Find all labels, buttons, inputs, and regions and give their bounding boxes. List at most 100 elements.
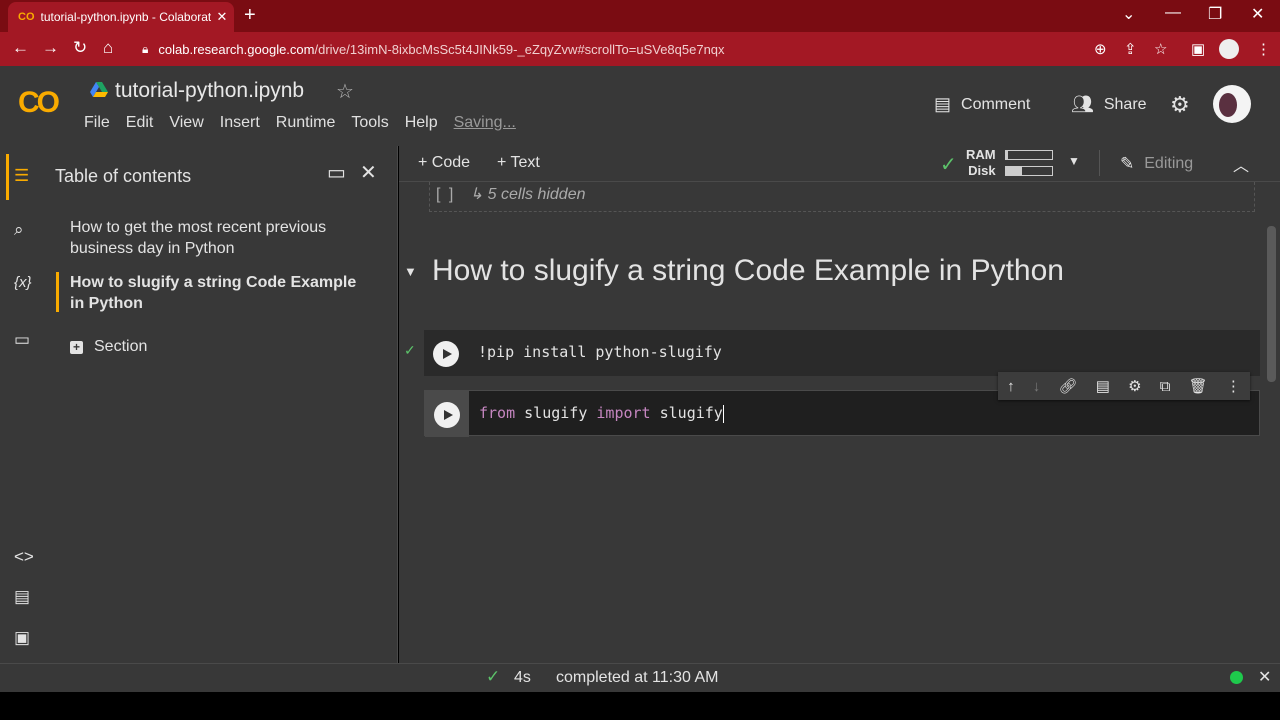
people-icon: 👥︎	[1071, 94, 1094, 114]
open-in-tab-icon[interactable]: ▭	[327, 160, 346, 185]
disk-meter	[1005, 166, 1053, 176]
delete-icon[interactable]: 🗑︎	[1189, 377, 1208, 395]
cell-code[interactable]: !pip install python-slugify	[478, 343, 722, 361]
browser-profile-avatar[interactable]	[1219, 39, 1239, 59]
url-path: /drive/13imN-8ixbcMsSc5t4JINk59-_eZqyZvw…	[314, 41, 725, 57]
cell-toolbar: ↑ ↓ 🔗︎ ▤ ⚙ ⧉ 🗑︎ ⋮	[998, 372, 1250, 400]
url-field[interactable]: 🔒︎ colab.research.google.com /drive/13im…	[136, 36, 1174, 62]
reload-icon[interactable]: ↻	[73, 38, 87, 58]
zoom-icon[interactable]: ⊕	[1094, 40, 1107, 58]
variables-icon[interactable]: {x}	[14, 274, 32, 291]
code-snippets-icon[interactable]: <>	[14, 547, 34, 567]
terminal-icon[interactable]: ▣	[14, 628, 30, 648]
more-options-icon[interactable]: ⋮	[1226, 377, 1241, 395]
cell-code[interactable]: from slugify import slugify	[479, 404, 724, 423]
add-section-button[interactable]: + Section	[70, 338, 147, 356]
share-page-icon[interactable]: ⇪	[1124, 40, 1137, 58]
pencil-icon: ✎	[1120, 154, 1135, 173]
minimize-icon[interactable]: —	[1165, 4, 1181, 22]
ram-meter	[1005, 150, 1053, 160]
browser-menu-icon[interactable]: ⋮	[1256, 40, 1271, 58]
cell-settings-icon[interactable]: ⚙	[1128, 377, 1141, 395]
search-icon[interactable]: ⌕	[14, 220, 24, 240]
toc-title: Table of contents	[55, 166, 192, 186]
plus-icon: +	[70, 340, 83, 354]
share-button[interactable]: 👥︎ Share	[1071, 94, 1147, 115]
files-folder-icon[interactable]: ▭	[14, 330, 30, 350]
add-text-button[interactable]: + Text	[497, 154, 540, 172]
run-cell-button[interactable]	[433, 341, 459, 367]
bookmark-star-icon[interactable]: ☆	[1154, 40, 1167, 58]
resources-indicator[interactable]: RAM Disk	[966, 147, 996, 179]
code-cell-1[interactable]: !pip install python-slugify	[424, 330, 1260, 376]
scrollbar-thumb[interactable]	[1267, 226, 1276, 382]
saving-status: Saving...	[453, 114, 516, 131]
back-icon[interactable]: ←	[12, 38, 29, 58]
editing-mode-button[interactable]: ✎ Editing	[1120, 154, 1193, 174]
collapse-section-icon[interactable]: ▼	[404, 264, 417, 279]
close-icon[interactable]: ✕	[1258, 667, 1271, 687]
lock-icon: 🔒︎	[142, 41, 149, 56]
move-up-icon[interactable]: ↑	[1007, 378, 1015, 395]
disk-meter-fill	[1006, 167, 1023, 175]
share-label: Share	[1103, 95, 1147, 113]
close-window-icon[interactable]: ✕	[1251, 4, 1264, 24]
new-tab-icon[interactable]: +	[244, 4, 256, 27]
link-icon[interactable]: 🔗︎	[1058, 377, 1077, 395]
left-icon-rail	[0, 146, 52, 663]
comment-button[interactable]: ▤ Comment	[934, 94, 1030, 115]
colab-favicon-icon: CO	[18, 11, 35, 23]
connection-status-dot	[1230, 671, 1243, 684]
hidden-cells-bar[interactable]: [ ] ↳ 5 cells hidden	[429, 182, 1255, 212]
comment-icon: ▤	[934, 94, 952, 114]
toc-active-indicator	[56, 272, 59, 312]
close-icon[interactable]: ✕	[360, 160, 377, 185]
notebook-title[interactable]: tutorial-python.ipynb	[115, 79, 304, 103]
menu-tools[interactable]: Tools	[351, 114, 388, 132]
chevron-down-icon[interactable]: ▼	[1068, 154, 1080, 168]
menu-runtime[interactable]: Runtime	[276, 114, 336, 132]
google-drive-icon	[90, 82, 108, 97]
move-down-icon[interactable]: ↓	[1033, 378, 1041, 395]
command-palette-icon[interactable]: ▤	[14, 587, 30, 607]
status-message: completed at 11:30 AM	[556, 669, 719, 686]
menu-edit[interactable]: Edit	[126, 114, 154, 132]
keyword-import: import	[596, 404, 651, 422]
close-tab-icon[interactable]: ✕	[217, 9, 228, 25]
section-label: Section	[94, 338, 148, 355]
hidden-cells-bracket: [ ]	[436, 186, 456, 203]
run-cell-button[interactable]	[434, 402, 460, 428]
executed-check-icon: ✓	[404, 342, 416, 358]
text-cursor	[722, 404, 724, 423]
user-avatar[interactable]	[1213, 85, 1251, 123]
editing-label: Editing	[1144, 155, 1194, 172]
hidden-cells-label: ↳ 5 cells hidden	[469, 186, 586, 203]
add-code-button[interactable]: + Code	[418, 154, 470, 172]
side-panel-icon[interactable]: ▣	[1191, 40, 1205, 58]
star-icon[interactable]: ☆	[336, 79, 354, 104]
menu-view[interactable]: View	[169, 114, 203, 132]
chevron-up-icon[interactable]: ︿	[1233, 152, 1249, 176]
execution-duration: 4s	[514, 669, 531, 686]
restore-icon[interactable]: ❐	[1208, 4, 1222, 24]
chevron-down-icon[interactable]: ⌄	[1122, 4, 1135, 24]
menu-file[interactable]: File	[84, 114, 110, 132]
settings-gear-icon[interactable]: ⚙	[1170, 92, 1190, 118]
rail-active-indicator	[6, 154, 9, 200]
mirror-cell-icon[interactable]: ⧉	[1160, 378, 1171, 395]
section-heading: How to slugify a string Code Example in …	[432, 254, 1064, 287]
toc-item-business-day[interactable]: How to get the most recent previous busi…	[70, 217, 370, 259]
ram-label: RAM	[966, 147, 996, 162]
disk-label: Disk	[968, 163, 996, 178]
table-of-contents-icon[interactable]: ☰	[14, 166, 29, 186]
menu-insert[interactable]: Insert	[220, 114, 260, 132]
comment-label: Comment	[961, 95, 1031, 113]
colab-logo[interactable]: CO	[18, 86, 60, 120]
forward-icon[interactable]: →	[42, 38, 59, 58]
menu-help[interactable]: Help	[405, 114, 438, 132]
toc-item-slugify[interactable]: How to slugify a string Code Example in …	[70, 272, 370, 314]
browser-tab[interactable]: CO tutorial-python.ipynb - Colaboratory …	[8, 2, 234, 32]
home-icon[interactable]: ⌂	[103, 38, 113, 58]
comment-cell-icon[interactable]: ▤	[1096, 377, 1110, 395]
module-name: slugify	[515, 404, 597, 422]
